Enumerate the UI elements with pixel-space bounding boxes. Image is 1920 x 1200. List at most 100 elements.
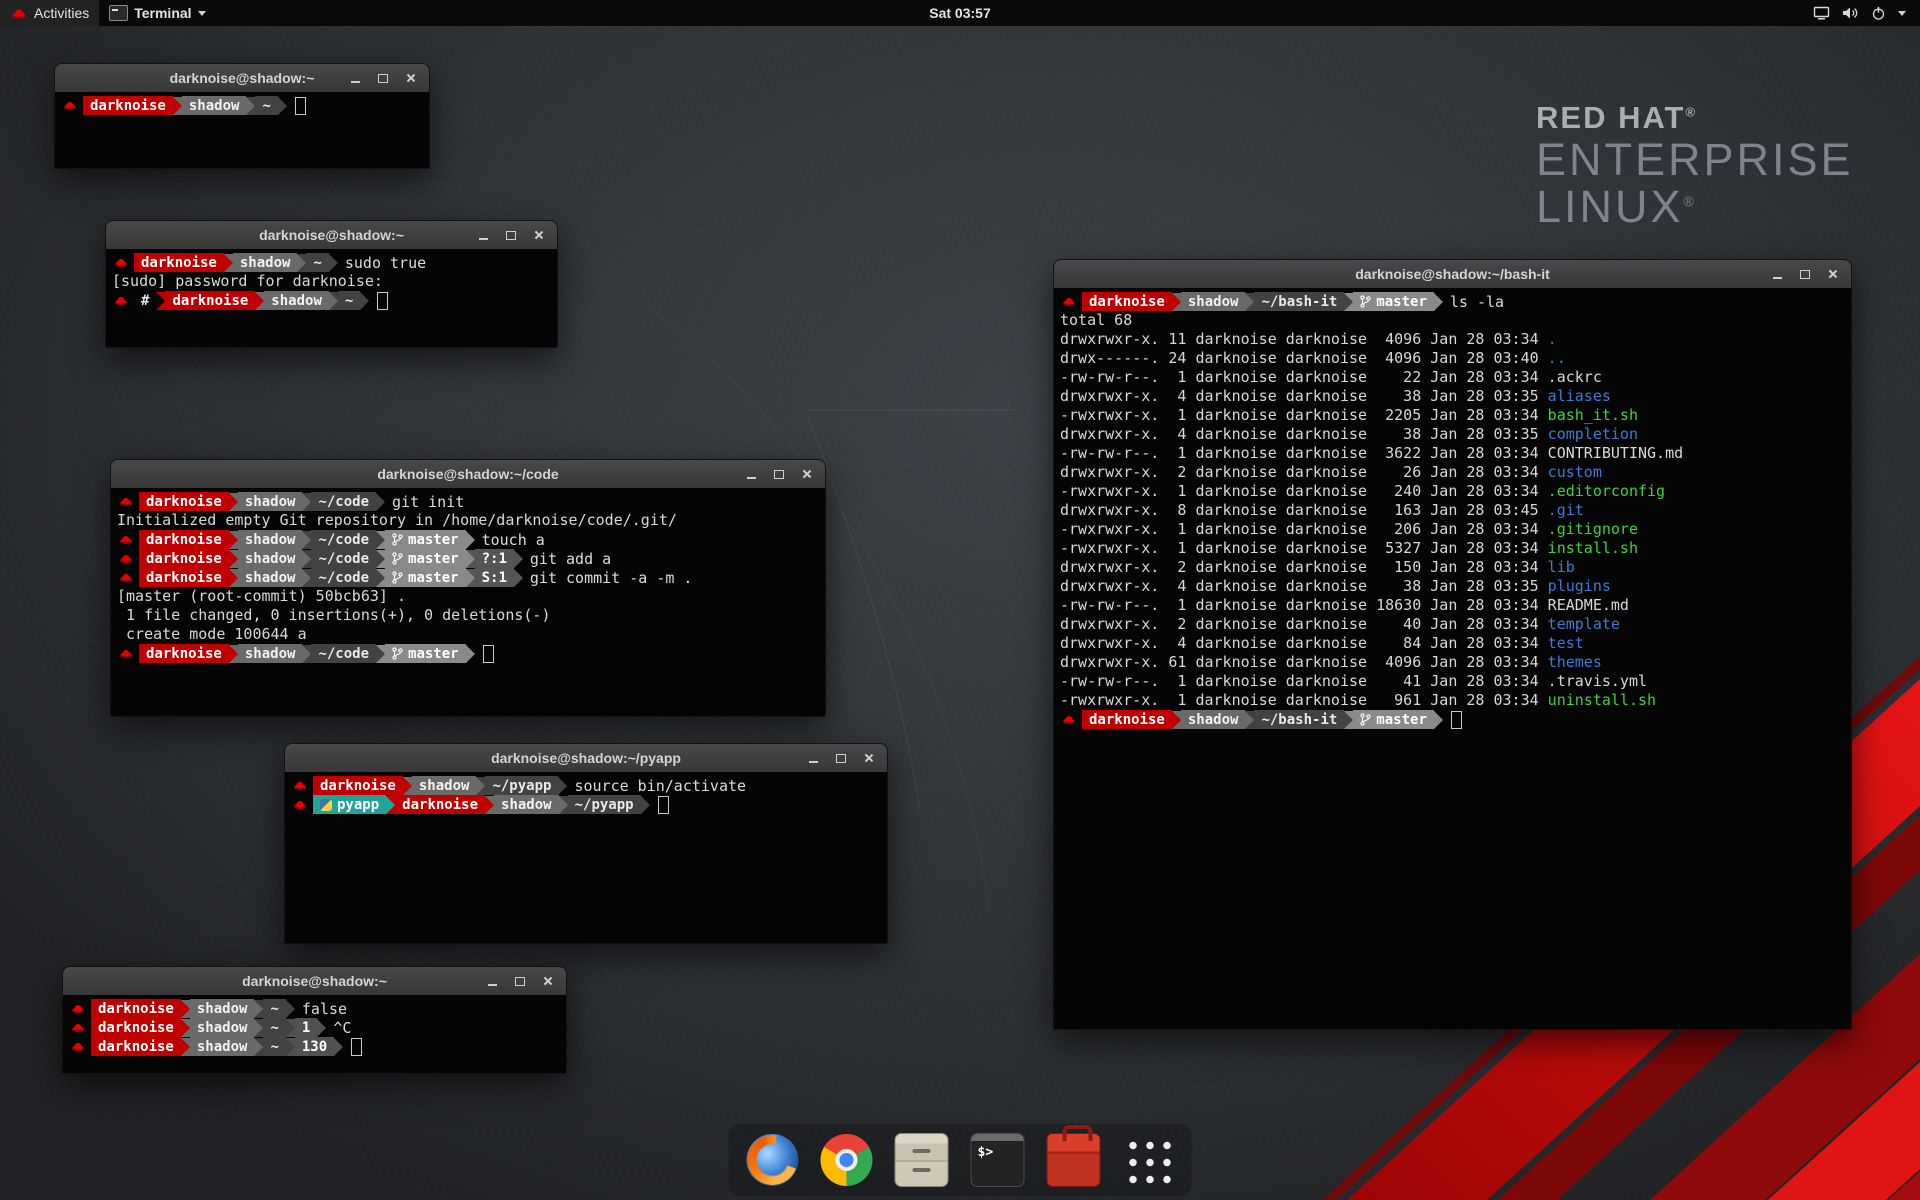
close-button[interactable] [1825, 266, 1841, 282]
prompt-line: darknoiseshadow~1^C [69, 1018, 560, 1037]
terminal-window-bash-it[interactable]: darknoise@shadow:~/bash-it darknoiseshad… [1053, 259, 1852, 1030]
powerline-separator [466, 531, 475, 549]
powerline-separator [302, 645, 311, 663]
terminal-output-line: [master (root-commit) 50bcb63] . [117, 587, 819, 606]
prompt-segment-path: ~/code [311, 492, 376, 511]
prompt-segment-path: ~ [263, 1018, 285, 1037]
file-name: .editorconfig [1548, 482, 1665, 500]
minimize-button[interactable] [475, 227, 491, 243]
file-name: lib [1548, 558, 1575, 576]
terminal-cursor[interactable] [483, 645, 494, 663]
prompt-segment-host: shadow [238, 549, 303, 568]
terminal-content[interactable]: darknoiseshadow~/codegit initInitialized… [111, 488, 825, 716]
chrome-icon[interactable] [821, 1134, 873, 1186]
git-branch-icon [1360, 713, 1371, 726]
prompt-segment-gitstatus: S:1 [475, 568, 514, 587]
toolbox-icon[interactable] [1047, 1133, 1101, 1187]
file-listing-line: -rwxrwxr-x. 1 darknoise darknoise 5327 J… [1060, 539, 1845, 558]
prompt-segment-host: shadow [190, 1018, 255, 1037]
powerline-separator [334, 1038, 343, 1056]
maximize-button[interactable] [833, 750, 849, 766]
redhat-prompt-icon [62, 100, 78, 111]
display-icon [1813, 6, 1830, 20]
file-name: completion [1548, 425, 1638, 443]
file-listing-line: -rw-rw-r--. 1 darknoise darknoise 3622 J… [1060, 444, 1845, 463]
file-listing-line: -rwxrwxr-x. 1 darknoise darknoise 206 Ja… [1060, 520, 1845, 539]
terminal-window-home-1[interactable]: darknoise@shadow:~ darknoiseshadow~ [54, 63, 430, 169]
titlebar[interactable]: darknoise@shadow:~ [106, 221, 557, 250]
prompt-segment-venv: pyapp [313, 795, 386, 814]
prompt-line: darknoiseshadow~false [69, 999, 560, 1018]
git-branch-icon [392, 552, 403, 565]
file-listing-line: -rw-rw-r--. 1 darknoise darknoise 22 Jan… [1060, 368, 1845, 387]
terminal-launcher-icon[interactable]: $> [971, 1133, 1025, 1187]
maximize-button[interactable] [1797, 266, 1813, 282]
file-meta: -rwxrwxr-x. 1 darknoise darknoise 961 Ja… [1060, 691, 1548, 709]
maximize-button[interactable] [503, 227, 519, 243]
app-menu-button[interactable]: Terminal [99, 0, 215, 26]
file-listing-line: -rwxrwxr-x. 1 darknoise darknoise 961 Ja… [1060, 691, 1845, 710]
minimize-button[interactable] [347, 70, 363, 86]
titlebar[interactable]: darknoise@shadow:~/code [111, 460, 825, 489]
file-meta: drwx------. 24 darknoise darknoise 4096 … [1060, 349, 1548, 367]
close-button[interactable] [861, 750, 877, 766]
maximize-button[interactable] [375, 70, 391, 86]
powerline-separator [317, 1019, 326, 1037]
file-name: plugins [1548, 577, 1611, 595]
close-button[interactable] [799, 466, 815, 482]
terminal-window-home-2[interactable]: darknoise@shadow:~ darknoiseshadow~false… [62, 966, 567, 1074]
powerline-separator [376, 493, 385, 511]
maximize-button[interactable] [512, 973, 528, 989]
minimize-button[interactable] [1769, 266, 1785, 282]
terminal-content[interactable]: darknoiseshadow~/bash-itmasterls -latota… [1054, 288, 1851, 1029]
activities-button[interactable]: Activities [0, 0, 99, 26]
minimize-button[interactable] [743, 466, 759, 482]
powerline-separator [360, 292, 369, 310]
minimize-button[interactable] [484, 973, 500, 989]
terminal-window-sudo[interactable]: darknoise@shadow:~ darknoiseshadow~sudo … [105, 220, 558, 348]
terminal-cursor[interactable] [295, 97, 306, 115]
command-text: source bin/activate [574, 777, 746, 795]
titlebar[interactable]: darknoise@shadow:~ [55, 64, 429, 93]
minimize-button[interactable] [805, 750, 821, 766]
terminal-content[interactable]: darknoiseshadow~sudo true[sudo] password… [106, 249, 557, 347]
close-button[interactable] [531, 227, 547, 243]
close-button[interactable] [403, 70, 419, 86]
prompt-segment-git: master [385, 549, 466, 568]
terminal-window-pyapp[interactable]: darknoise@shadow:~/pyapp darknoiseshadow… [284, 743, 888, 944]
terminal-window-code[interactable]: darknoise@shadow:~/code darknoise shadow ~… [110, 459, 826, 717]
terminal-cursor[interactable] [658, 796, 669, 814]
titlebar[interactable]: darknoise@shadow:~ [63, 967, 566, 996]
firefox-icon[interactable] [747, 1134, 799, 1186]
terminal-output-line: total 68 [1060, 311, 1845, 330]
terminal-content[interactable]: darknoiseshadow~falsedarknoiseshadow~1^C… [63, 995, 566, 1073]
prompt-segment-host: shadow [1181, 710, 1246, 729]
files-icon[interactable] [895, 1133, 949, 1187]
maximize-button[interactable] [771, 466, 787, 482]
system-status-area[interactable] [1813, 0, 1920, 26]
file-listing-line: drwxrwxr-x. 4 darknoise darknoise 38 Jan… [1060, 577, 1845, 596]
powerline-separator [229, 569, 238, 587]
prompt-segment-exit: 1 [295, 1018, 317, 1037]
powerline-separator [514, 550, 523, 568]
titlebar[interactable]: darknoise@shadow:~/pyapp [285, 744, 887, 773]
close-button[interactable] [540, 973, 556, 989]
clock[interactable]: Sat 03:57 [919, 0, 1000, 26]
terminal-cursor[interactable] [351, 1038, 362, 1056]
redhat-branding: RED HAT® ENTERPRISE LINUX® [1536, 100, 1854, 231]
terminal-content[interactable]: darknoiseshadow~/pyappsource bin/activat… [285, 772, 887, 943]
prompt-segment-host: shadow [190, 1037, 255, 1056]
terminal-content[interactable]: darknoiseshadow~ [55, 92, 429, 168]
terminal-cursor[interactable] [377, 292, 388, 310]
prompt-segment-user: darknoise [139, 549, 229, 568]
powerline-separator [1172, 711, 1181, 729]
terminal-output-line: create mode 100644 a [117, 625, 819, 644]
app-grid-icon[interactable] [1123, 1135, 1174, 1186]
terminal-cursor[interactable] [1451, 711, 1462, 729]
titlebar[interactable]: darknoise@shadow:~/bash-it [1054, 260, 1851, 289]
branding-line1: RED HAT [1536, 100, 1685, 135]
command-text: git init [392, 493, 464, 511]
file-meta: -rwxrwxr-x. 1 darknoise darknoise 206 Ja… [1060, 520, 1548, 538]
file-meta: drwxrwxr-x. 4 darknoise darknoise 38 Jan… [1060, 387, 1548, 405]
redhat-prompt-icon [70, 1022, 86, 1033]
